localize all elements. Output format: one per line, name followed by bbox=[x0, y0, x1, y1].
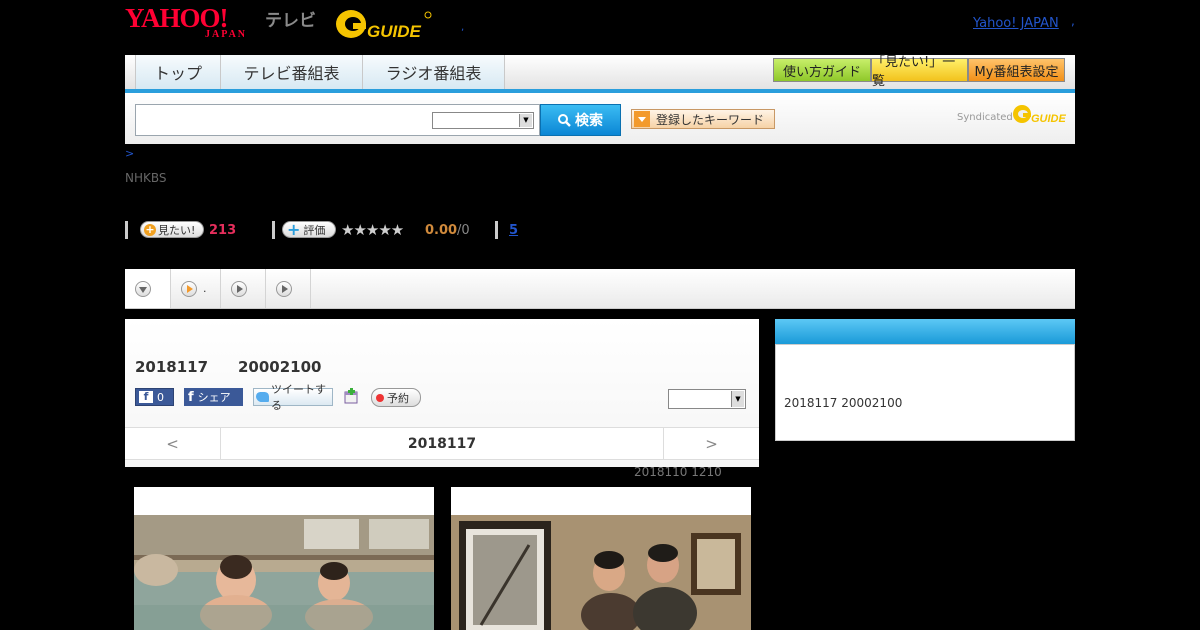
yahoo-japan-link[interactable]: Yahoo! JAPAN bbox=[973, 16, 1059, 31]
main-nav: トップ テレビ番組表 ラジオ番組表 使い方ガイド 「見たい!」一覧 My番組表設… bbox=[125, 55, 1075, 93]
gguide-logo[interactable]: GUIDE bbox=[335, 6, 435, 46]
chevron-down-icon: ▼ bbox=[519, 114, 532, 127]
pager-date: 2018117 bbox=[407, 435, 477, 452]
search-icon bbox=[558, 113, 571, 127]
rate-label: 評価 bbox=[303, 223, 326, 237]
updated-timestamp: 2018110 1210 bbox=[634, 465, 722, 479]
play-icon bbox=[231, 280, 247, 297]
tab-detail-label: . bbox=[203, 282, 207, 295]
tweet-button[interactable]: ツイートする bbox=[253, 383, 333, 412]
broadcast-date: 2018117 bbox=[135, 358, 209, 376]
dropdown-arrow-icon bbox=[634, 111, 650, 127]
facebook-like-button[interactable]: f 0 bbox=[135, 388, 174, 406]
play-icon bbox=[276, 280, 292, 297]
search-category-select[interactable]: ▼ bbox=[432, 112, 534, 129]
saved-keywords-button[interactable]: 登録したキーワード bbox=[631, 109, 775, 129]
prev-day-button[interactable]: < bbox=[125, 428, 221, 459]
service-name: テレビ bbox=[265, 11, 316, 31]
channel-name: NHKBS bbox=[125, 171, 167, 185]
nav-tab-radio-listings[interactable]: ラジオ番組表 bbox=[362, 55, 505, 89]
program-tabs: . bbox=[125, 269, 1075, 309]
rating-stars: ★★★★★ bbox=[341, 221, 404, 239]
record-reserve-button[interactable]: 予約 bbox=[371, 388, 421, 407]
syndicated-gguide-logo: GUIDE bbox=[1012, 102, 1070, 130]
my-listings-settings-button[interactable]: My番組表設定 bbox=[968, 58, 1065, 82]
svg-text:GUIDE: GUIDE bbox=[1031, 113, 1067, 125]
header-separator: , bbox=[1071, 14, 1075, 28]
photo-two-men-in-hot-spring bbox=[134, 515, 434, 630]
side-box bbox=[775, 344, 1075, 441]
rating-score: 0.00 bbox=[425, 223, 458, 238]
program-action-select[interactable]: ▼ bbox=[668, 389, 746, 409]
syndicated-label: Syndicated bbox=[957, 112, 1013, 123]
rating-count: /0 bbox=[457, 223, 470, 238]
header-dot: , bbox=[461, 22, 465, 33]
mitai-button[interactable]: + 見たい! bbox=[140, 221, 204, 238]
chevron-down-icon bbox=[135, 280, 151, 297]
chevron-down-icon: ▼ bbox=[731, 391, 744, 407]
nav-tab-top[interactable]: トップ bbox=[135, 55, 221, 89]
tab-detail[interactable]: . bbox=[171, 269, 221, 308]
plus-icon: + bbox=[144, 222, 156, 236]
breadcrumb[interactable]: > bbox=[125, 147, 134, 160]
program-image-interior[interactable] bbox=[451, 487, 751, 630]
next-day-button[interactable]: > bbox=[663, 428, 759, 459]
broadcast-time: 20002100 bbox=[238, 358, 322, 376]
svg-text:GUIDE: GUIDE bbox=[367, 22, 422, 41]
program-image-bath[interactable] bbox=[134, 487, 434, 630]
play-icon bbox=[181, 280, 197, 297]
extra-count-link[interactable]: 5 bbox=[509, 223, 518, 238]
date-pager: < 2018117 > bbox=[125, 427, 759, 460]
nav-tab-tv-listings[interactable]: テレビ番組表 bbox=[220, 55, 363, 89]
photo-two-men-viewing-photo bbox=[451, 515, 751, 630]
rate-button[interactable]: + 評価 bbox=[282, 220, 336, 239]
plus-icon: + bbox=[287, 220, 301, 239]
tab-cast[interactable] bbox=[221, 269, 266, 308]
tweet-label: ツイートする bbox=[270, 383, 326, 412]
record-reserve-label: 予約 bbox=[387, 391, 409, 405]
add-calendar-icon[interactable] bbox=[344, 388, 359, 404]
divider bbox=[272, 221, 275, 239]
facebook-share-button[interactable]: f シェア bbox=[184, 388, 243, 406]
search-button[interactable]: 検索 bbox=[540, 104, 621, 136]
facebook-share-label: シェア bbox=[197, 391, 231, 404]
yahoo-japan-logo[interactable]: YAHOO! JAPAN bbox=[125, 4, 245, 40]
side-box-broadcast-info: 2018117 20002100 bbox=[784, 396, 903, 410]
mitai-count: 213 bbox=[209, 223, 237, 238]
facebook-icon: f bbox=[139, 391, 153, 403]
search-button-label: 検索 bbox=[575, 113, 603, 129]
usage-guide-button[interactable]: 使い方ガイド bbox=[773, 58, 871, 82]
twitter-bird-icon bbox=[256, 392, 269, 402]
saved-keywords-label: 登録したキーワード bbox=[656, 112, 765, 127]
tab-summary[interactable] bbox=[125, 269, 171, 308]
tab-related[interactable] bbox=[266, 269, 311, 308]
facebook-like-count: 0 bbox=[157, 390, 164, 404]
divider bbox=[495, 221, 498, 239]
divider bbox=[125, 221, 128, 239]
record-icon bbox=[376, 393, 384, 402]
mitai-list-button[interactable]: 「見たい!」一覧 bbox=[871, 55, 968, 89]
mitai-label: 見たい! bbox=[158, 223, 196, 237]
side-box-header bbox=[775, 319, 1075, 344]
facebook-icon: f bbox=[188, 389, 194, 405]
